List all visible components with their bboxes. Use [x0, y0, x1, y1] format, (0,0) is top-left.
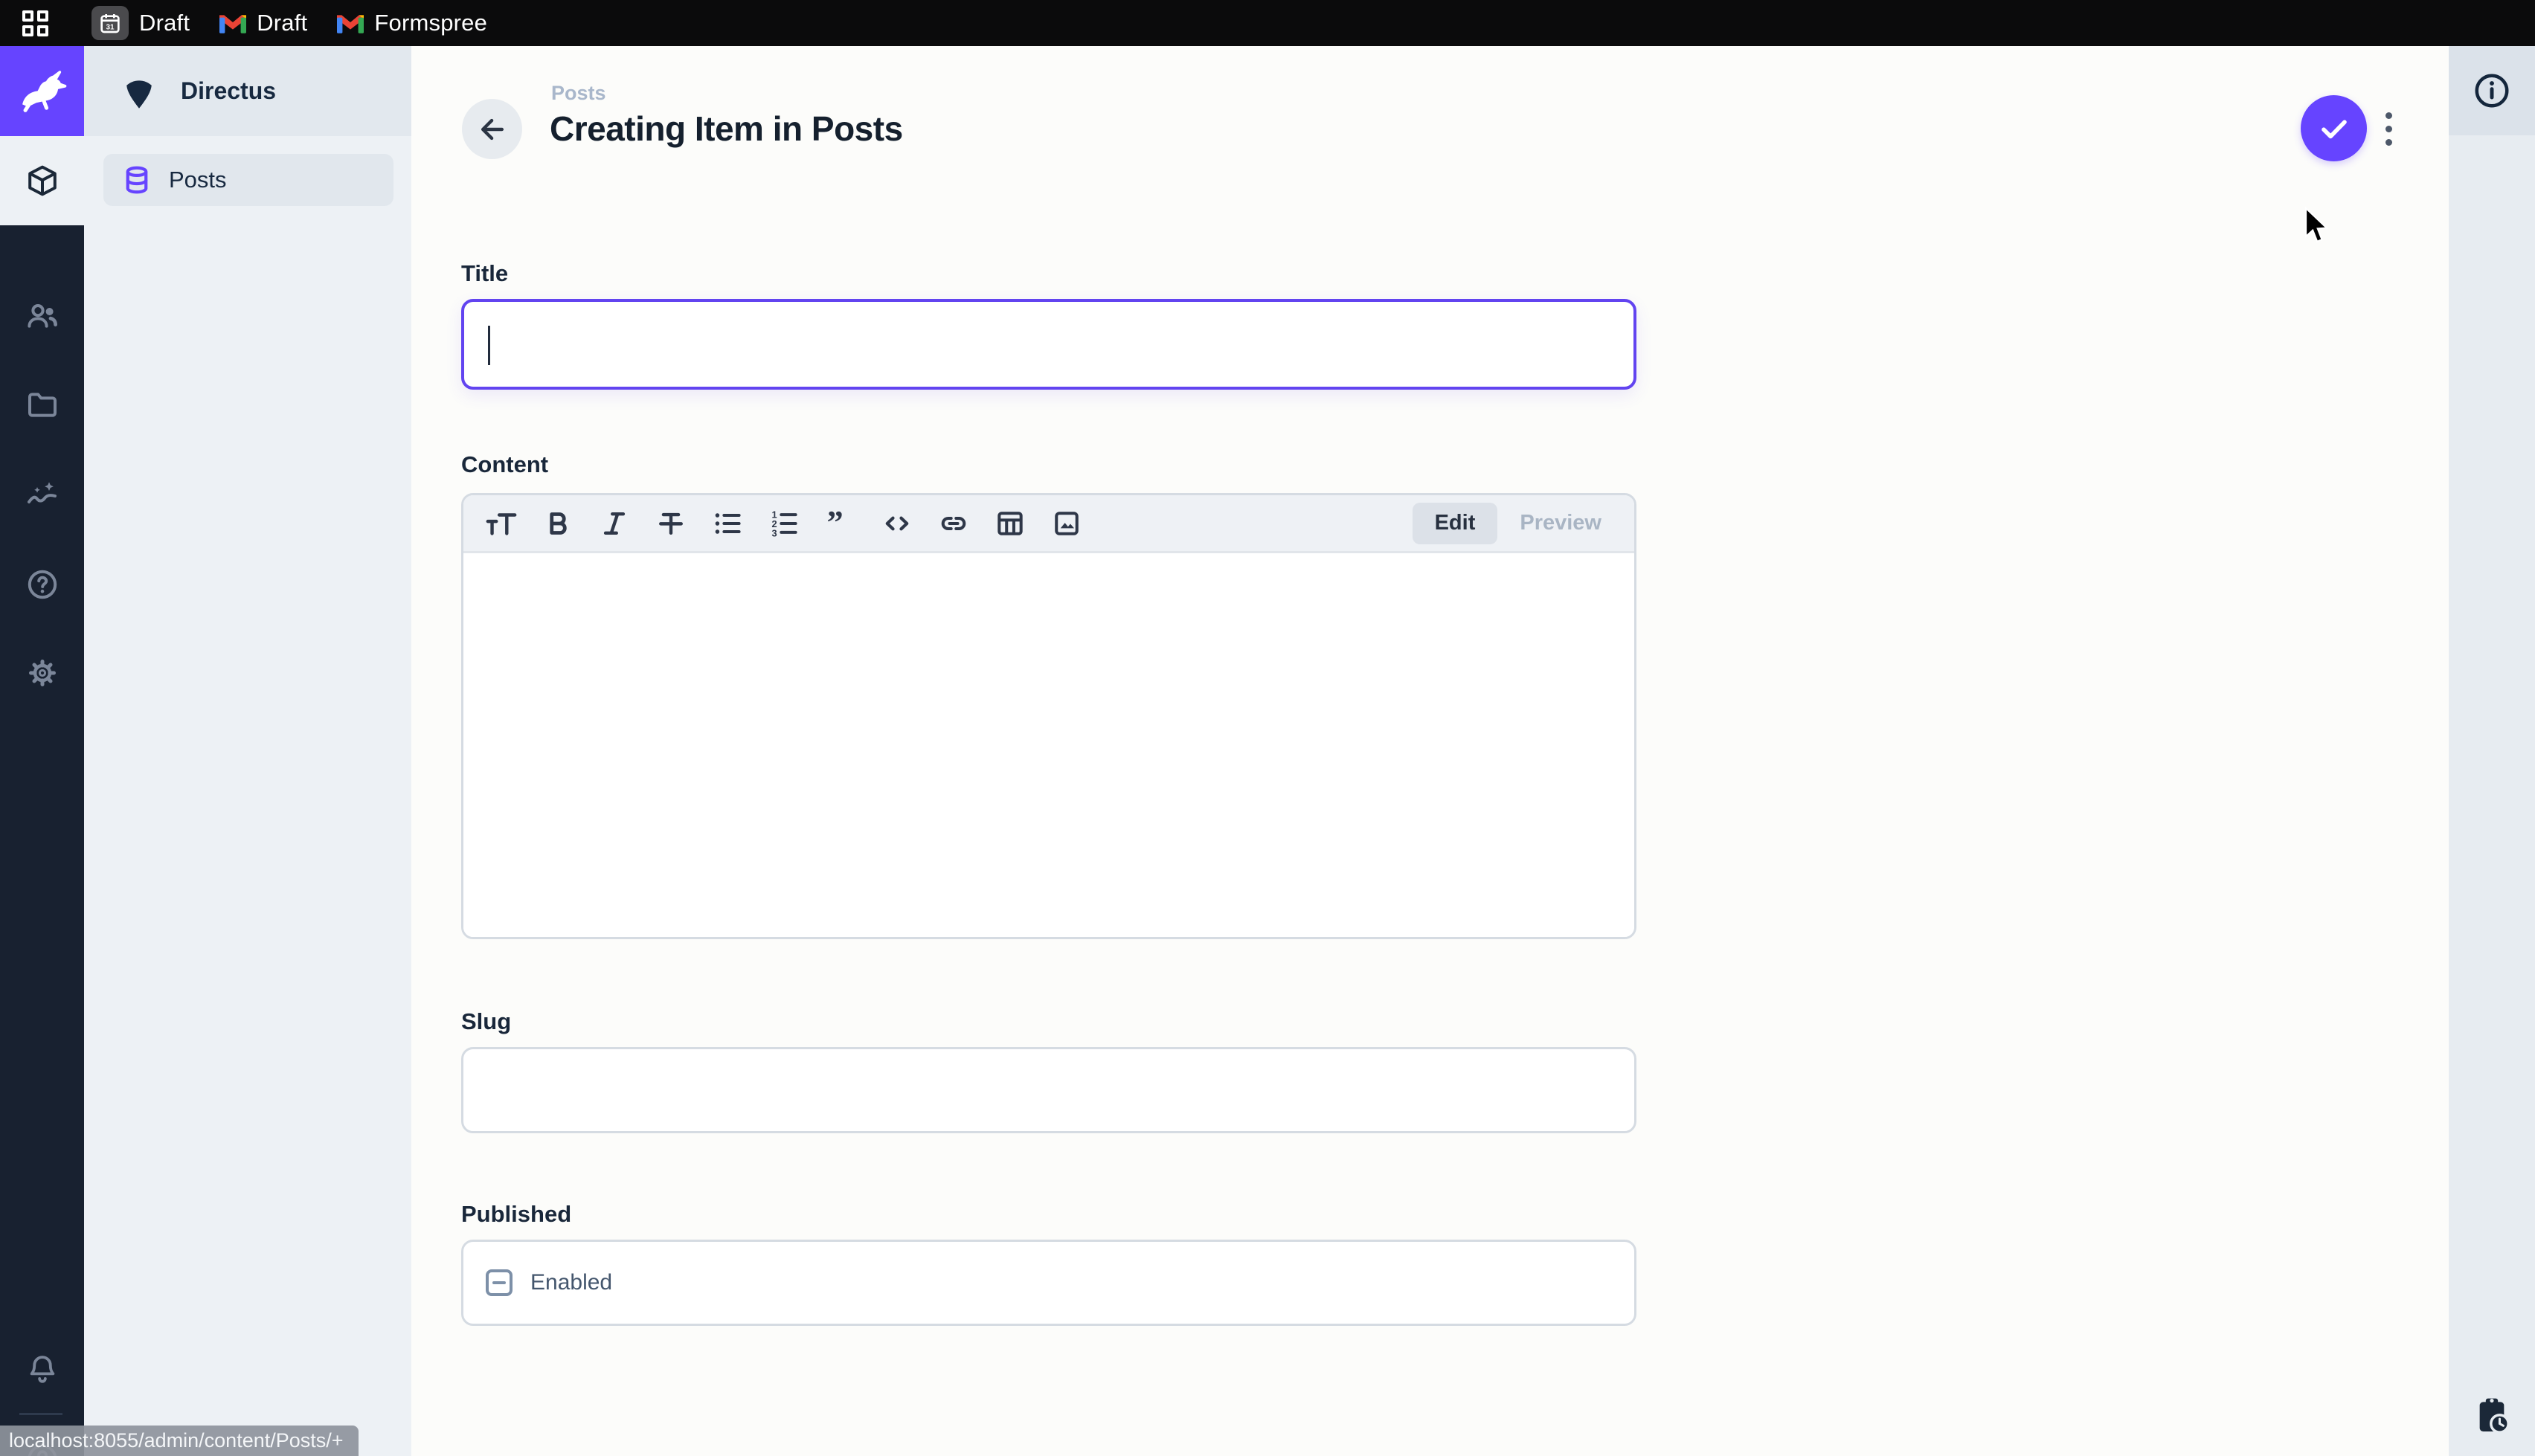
table-button[interactable] — [992, 503, 1029, 544]
project-fan-icon — [120, 72, 158, 111]
screen: 31 Draft Draft — [0, 0, 2535, 1456]
module-content[interactable] — [0, 136, 84, 225]
project-header[interactable]: Directus — [84, 46, 411, 136]
gmail-icon — [219, 13, 246, 33]
directus-rabbit-icon — [14, 63, 71, 120]
text-caret — [488, 326, 490, 365]
module-user-directory[interactable] — [0, 271, 84, 361]
content-editor-textarea[interactable] — [463, 555, 1634, 939]
blockquote-button[interactable]: ” — [822, 503, 859, 544]
tab-edit[interactable]: Edit — [1413, 503, 1498, 544]
bell-icon — [25, 1353, 60, 1387]
info-sidebar-button[interactable] — [2449, 46, 2535, 135]
bulleted-list-button[interactable] — [709, 503, 746, 544]
arrow-left-icon — [476, 113, 509, 146]
navigation-sidebar: Directus Posts — [84, 46, 411, 1456]
calendar-31-icon: 31 — [91, 6, 129, 40]
notifications-button[interactable] — [0, 1325, 84, 1414]
box-icon — [25, 163, 60, 199]
mouse-cursor — [2303, 207, 2333, 252]
svg-text:31: 31 — [106, 24, 115, 32]
browser-tab-draft-gmail[interactable]: Draft — [219, 10, 307, 36]
svg-text:”: ” — [827, 507, 844, 540]
clipboard-clock-icon — [2471, 1395, 2513, 1437]
module-insights[interactable] — [0, 451, 84, 540]
check-icon — [2316, 111, 2352, 146]
editor-toolbar: 1 2 3 ” — [463, 495, 1634, 553]
published-checkbox-label: Enabled — [530, 1270, 612, 1295]
database-icon — [121, 164, 152, 196]
tab-label: Draft — [257, 10, 307, 36]
status-url-tooltip: localhost:8055/admin/content/Posts/+ — [0, 1426, 359, 1456]
field-label-published: Published — [461, 1201, 571, 1228]
tab-grid-icon[interactable] — [22, 10, 48, 36]
right-sidebar — [2449, 46, 2535, 1456]
info-icon — [2472, 71, 2512, 111]
field-label-slug: Slug — [461, 1008, 511, 1035]
field-label-content: Content — [461, 451, 548, 478]
field-label-title: Title — [461, 260, 508, 287]
browser-tab-bar: 31 Draft Draft — [0, 0, 2535, 46]
published-field: Enabled — [461, 1240, 1636, 1326]
browser-tab-draft-calendar[interactable]: 31 Draft — [91, 6, 190, 40]
strikethrough-button[interactable] — [652, 503, 690, 544]
indeterminate-dash-icon — [492, 1281, 506, 1284]
sidebar-item-posts[interactable]: Posts — [103, 154, 393, 206]
tab-preview[interactable]: Preview — [1497, 503, 1624, 544]
tab-label: Formspree — [374, 10, 487, 36]
numbered-list-button[interactable]: 1 2 3 — [765, 503, 803, 544]
folder-icon — [25, 387, 60, 423]
status-url-text: localhost:8055/admin/content/Posts/+ — [9, 1429, 344, 1452]
sidebar-item-label: Posts — [169, 167, 227, 193]
revisions-button[interactable] — [2449, 1376, 2535, 1456]
help-icon — [25, 567, 60, 602]
title-input[interactable] — [461, 299, 1636, 390]
breadcrumb[interactable]: Posts — [551, 82, 606, 105]
module-file-library[interactable] — [0, 361, 84, 450]
browser-tab-formspree[interactable]: Formspree — [337, 10, 487, 36]
tab-label: Draft — [139, 10, 190, 36]
slug-input[interactable] — [461, 1047, 1636, 1133]
svg-text:3: 3 — [772, 527, 777, 538]
link-button[interactable] — [935, 503, 972, 544]
module-bar — [0, 46, 84, 1456]
image-button[interactable] — [1048, 503, 1085, 544]
format-size-button[interactable] — [483, 503, 520, 544]
content-editor: 1 2 3 ” — [461, 493, 1636, 939]
users-icon — [25, 298, 60, 334]
gear-icon — [25, 655, 60, 691]
module-settings[interactable] — [0, 628, 84, 718]
gmail-icon — [337, 13, 364, 33]
save-button[interactable] — [2301, 95, 2367, 161]
insights-icon — [25, 477, 60, 513]
module-documentation[interactable] — [0, 540, 84, 629]
bold-button[interactable] — [539, 503, 576, 544]
more-options-button[interactable] — [2374, 104, 2403, 153]
page-title: Creating Item in Posts — [550, 109, 903, 149]
published-checkbox[interactable] — [486, 1269, 513, 1296]
italic-button[interactable] — [596, 503, 633, 544]
project-name: Directus — [181, 77, 276, 105]
back-button[interactable] — [462, 99, 522, 159]
code-button[interactable] — [878, 503, 916, 544]
directus-logo-button[interactable] — [0, 46, 84, 136]
main-content: Posts Creating Item in Posts Title Conte… — [411, 46, 2447, 1456]
